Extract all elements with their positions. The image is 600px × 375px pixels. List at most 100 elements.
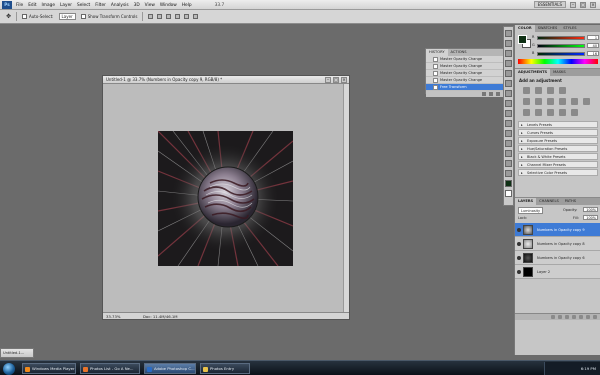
maximize-icon[interactable]: □: [580, 1, 586, 8]
tab-adjustments[interactable]: ADJUSTMENTS: [515, 69, 551, 76]
maximize-icon[interactable]: □: [333, 77, 339, 83]
layer-row[interactable]: Numbers in Opacity copy 6: [515, 251, 600, 265]
eye-icon[interactable]: [517, 228, 521, 232]
doc-size[interactable]: Doc: 11.4M/46.1M: [143, 313, 178, 320]
start-button[interactable]: [0, 362, 18, 375]
history-item[interactable]: Master Opacity Change: [426, 77, 504, 84]
zoom-tool-icon[interactable]: [505, 170, 512, 177]
checkbox-box[interactable]: [22, 14, 28, 20]
zoom-field[interactable]: 33.73%: [106, 314, 120, 319]
history-panel-icon[interactable]: [505, 30, 512, 37]
eye-icon[interactable]: [517, 256, 521, 260]
fx-icon[interactable]: [558, 315, 562, 319]
layer-row-selected[interactable]: Numbers in Opacity copy 9: [515, 223, 600, 237]
checkbox-box[interactable]: [80, 14, 86, 20]
threshold-icon[interactable]: [547, 109, 554, 116]
green-slider[interactable]: [537, 44, 585, 48]
levels-icon[interactable]: [535, 87, 542, 94]
pen-tool-icon[interactable]: [505, 140, 512, 147]
selective-color-icon[interactable]: [571, 109, 578, 116]
tab-paths[interactable]: PATHS: [562, 198, 579, 205]
trash-icon[interactable]: [593, 315, 597, 319]
channel-mixer-icon[interactable]: [583, 98, 590, 105]
menu-edit[interactable]: Edit: [28, 3, 36, 8]
tab-layers[interactable]: LAYERS: [515, 198, 537, 205]
eye-icon[interactable]: [517, 270, 521, 274]
preset-black-white[interactable]: Black & White Presets: [518, 153, 598, 160]
exposure-icon[interactable]: [559, 87, 566, 94]
new-layer-icon[interactable]: [586, 315, 590, 319]
move-tool-icon[interactable]: [505, 50, 512, 57]
color-balance-icon[interactable]: [547, 98, 554, 105]
workspace-switcher[interactable]: ESSENTIALS: [533, 1, 566, 8]
menu-file[interactable]: File: [16, 3, 23, 8]
fill-field[interactable]: 100%: [583, 215, 598, 220]
menu-image[interactable]: Image: [42, 3, 55, 8]
minimize-icon[interactable]: –: [570, 1, 576, 8]
move-tool-icon[interactable]: ✥: [6, 13, 11, 20]
green-value[interactable]: 40: [587, 43, 599, 48]
tab-history[interactable]: HISTORY: [426, 49, 448, 56]
trash-icon[interactable]: [496, 92, 500, 96]
layer-row[interactable]: Layer 2: [515, 265, 600, 279]
align-buttons[interactable]: [148, 14, 200, 19]
lasso-tool-icon[interactable]: [505, 70, 512, 77]
minimize-icon[interactable]: –: [325, 77, 331, 83]
history-item-selected[interactable]: Free Transform: [426, 84, 504, 91]
zoom-level[interactable]: 33.7: [215, 3, 225, 8]
new-snapshot-icon[interactable]: [489, 92, 493, 96]
menu-filter[interactable]: Filter: [95, 3, 106, 8]
preset-hue-saturation[interactable]: Hue/Saturation Presets: [518, 145, 598, 152]
hue-saturation-icon[interactable]: [535, 98, 542, 105]
menu-select[interactable]: Select: [77, 3, 90, 8]
eye-icon[interactable]: [517, 242, 521, 246]
crop-tool-icon[interactable]: [505, 80, 512, 87]
new-document-icon[interactable]: [482, 92, 486, 96]
folder-icon[interactable]: [579, 315, 583, 319]
menu-help[interactable]: Help: [182, 3, 192, 8]
preset-curves[interactable]: Curves Presets: [518, 129, 598, 136]
adjustment-layer-icon[interactable]: [572, 315, 576, 319]
menu-3d[interactable]: 3D: [134, 3, 140, 8]
layer-row[interactable]: Numbers in Opacity copy 8: [515, 237, 600, 251]
auto-select-checkbox[interactable]: Auto-Select:: [22, 14, 54, 20]
vibrance-icon[interactable]: [523, 98, 530, 105]
canvas-image[interactable]: [158, 131, 293, 266]
show-transform-checkbox[interactable]: Show Transform Controls: [80, 14, 137, 20]
gradient-tool-icon[interactable]: [505, 130, 512, 137]
tab-styles[interactable]: STYLES: [560, 25, 579, 32]
preset-levels[interactable]: Levels Presets: [518, 121, 598, 128]
stamp-tool-icon[interactable]: [505, 110, 512, 117]
mask-icon[interactable]: [565, 315, 569, 319]
document-title-bar[interactable]: Untitled-1 @ 33.7% (Numbers in Opacity c…: [103, 76, 349, 84]
curves-icon[interactable]: [547, 87, 554, 94]
close-icon[interactable]: ×: [590, 1, 596, 8]
vertical-scrollbar[interactable]: [343, 84, 349, 314]
actions-panel-icon[interactable]: [505, 40, 512, 47]
menu-layer[interactable]: Layer: [60, 3, 72, 8]
foreground-color-swatch[interactable]: [518, 35, 527, 44]
invert-icon[interactable]: [523, 109, 530, 116]
taskbar-item-active[interactable]: Adobe Photoshop C...: [144, 363, 196, 374]
menu-view[interactable]: View: [145, 3, 155, 8]
blend-mode-dropdown[interactable]: Luminosity: [518, 207, 544, 214]
history-item[interactable]: Master Opacity Change: [426, 56, 504, 63]
posterize-icon[interactable]: [535, 109, 542, 116]
gradient-map-icon[interactable]: [559, 109, 566, 116]
tab-channels[interactable]: CHANNELS: [536, 198, 562, 205]
eyedropper-tool-icon[interactable]: [505, 90, 512, 97]
black-white-icon[interactable]: [559, 98, 566, 105]
type-tool-icon[interactable]: [505, 150, 512, 157]
close-icon[interactable]: ×: [341, 77, 347, 83]
photo-filter-icon[interactable]: [571, 98, 578, 105]
brightness-icon[interactable]: [523, 87, 530, 94]
history-item[interactable]: Master Opacity Change: [426, 70, 504, 77]
auto-select-dropdown[interactable]: Layer: [58, 13, 76, 20]
red-slider[interactable]: [537, 36, 585, 40]
blue-slider[interactable]: [537, 52, 585, 56]
history-item[interactable]: Master Opacity Change: [426, 63, 504, 70]
brush-tool-icon[interactable]: [505, 100, 512, 107]
minimized-document[interactable]: Untitled-1...: [0, 348, 34, 358]
tab-actions[interactable]: ACTIONS: [448, 49, 470, 56]
taskbar-item[interactable]: Photos List - Go A Ne...: [80, 363, 140, 374]
